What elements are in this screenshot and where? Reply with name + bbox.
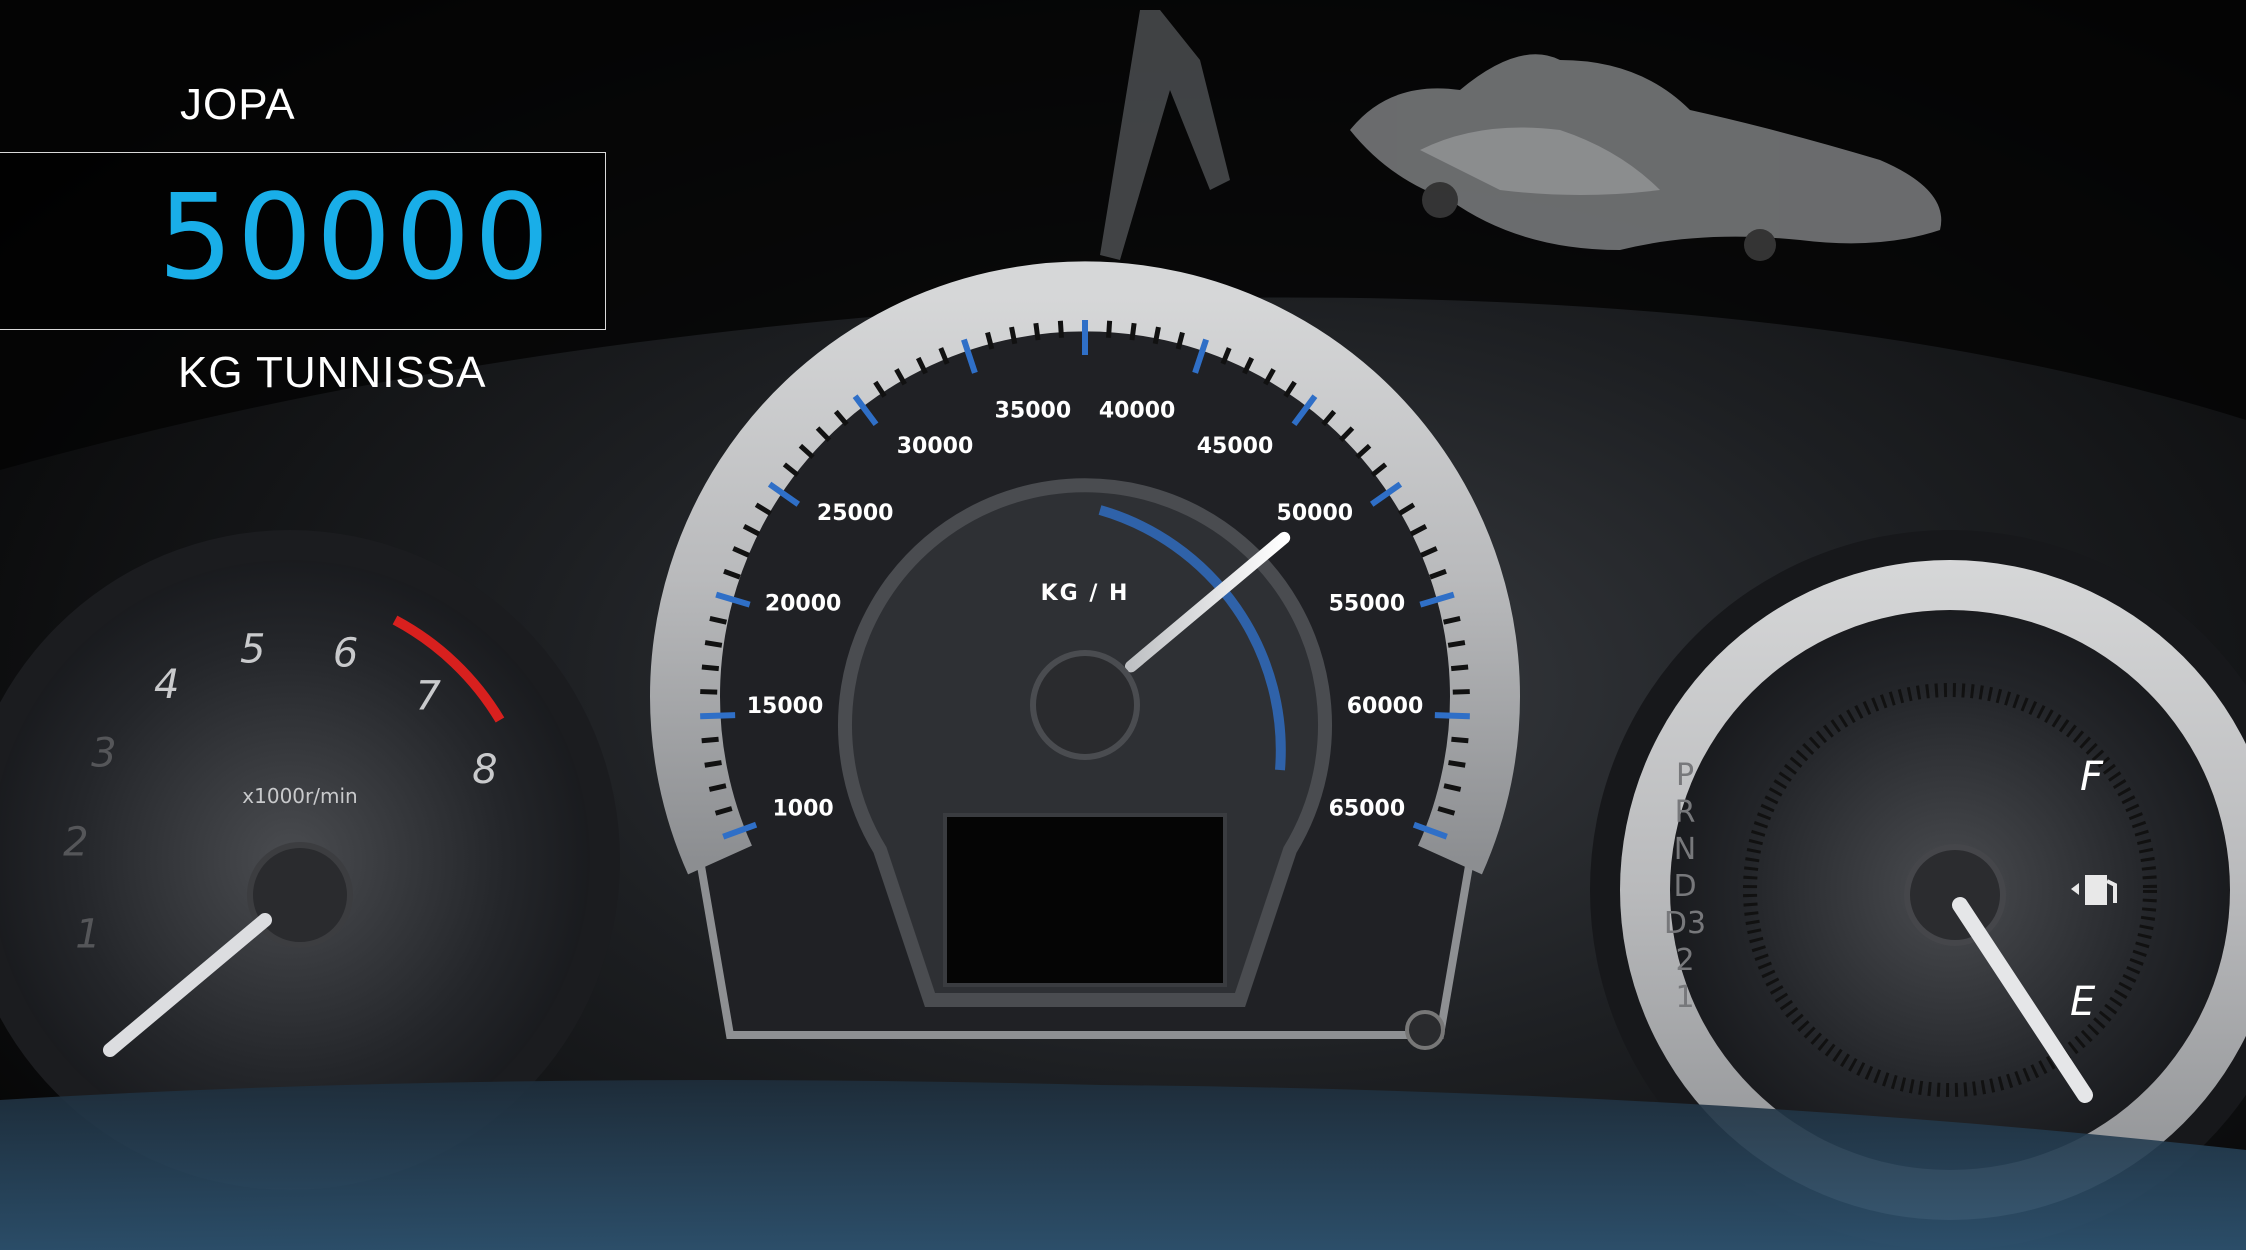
headline-top-label: JOPA	[180, 80, 296, 129]
speedo-tick	[701, 664, 720, 672]
speedo-tick	[704, 640, 723, 648]
speedo-tick	[1129, 322, 1137, 341]
speedo-tick	[1152, 326, 1161, 345]
speedo-tick-label: 25000	[817, 501, 894, 526]
speedo-tick	[1033, 322, 1041, 341]
speedo-tick	[704, 760, 722, 768]
speedo-tick-label: 20000	[765, 591, 842, 616]
speedo-tick	[1009, 326, 1018, 345]
speedo-tick-label: 30000	[897, 434, 974, 459]
fuel-empty-label: E	[2070, 979, 2096, 1025]
speedo-tick	[1106, 320, 1113, 338]
gear-label: D	[1673, 869, 1696, 904]
speedo-tick	[1450, 664, 1469, 672]
speedo-tick-label: 65000	[1329, 797, 1406, 822]
gear-label: P	[1676, 758, 1694, 793]
speedo-tick-label: 40000	[1099, 399, 1176, 424]
speedo-hub	[1030, 650, 1140, 760]
gear-label: D3	[1664, 906, 1706, 941]
speedo-tick	[1434, 712, 1470, 720]
speedo-tick-label: 15000	[747, 694, 824, 719]
gear-label: 2	[1675, 943, 1694, 978]
speedo-tick-label: 55000	[1329, 591, 1406, 616]
speedo-tick	[1447, 640, 1466, 648]
speedo-tick-label: 1000	[772, 797, 833, 822]
gear-label: 1	[1675, 980, 1694, 1015]
headline-value: 50000	[158, 168, 554, 306]
speedo-tick	[1057, 320, 1064, 338]
gear-label: R	[1675, 795, 1696, 830]
tach-tick-label: 6	[333, 630, 358, 676]
fuel-full-label: F	[2080, 754, 2104, 800]
gear-label: N	[1674, 832, 1696, 867]
trip-reset-knob[interactable]	[1405, 1010, 1445, 1050]
speedo-tick-label: 35000	[995, 399, 1072, 424]
tach-tick-label: 3	[91, 731, 116, 777]
headline-bottom-label: KG TUNNISSA	[178, 348, 487, 397]
tach-tick-label: 4	[154, 662, 179, 708]
tach-tick-label: 1	[75, 912, 100, 958]
speedo-display-screen	[943, 813, 1227, 987]
speedo-tick	[1448, 760, 1466, 768]
speedo-tick	[1451, 736, 1469, 744]
tach-tick-label: 2	[63, 819, 88, 865]
speedo-tick	[1452, 689, 1470, 695]
tach-tick-label: 8	[472, 747, 497, 793]
speedo-tick	[701, 736, 719, 744]
speedo-tick-label: 50000	[1277, 501, 1354, 526]
speedometer: 1000 15000 20000 25000 30000 35000 40000 45000 5…	[650, 261, 1520, 1039]
speedo-tick-label: 60000	[1347, 694, 1424, 719]
tach-unit-label: x1000r/min	[242, 784, 357, 808]
speedo-tick	[700, 712, 736, 720]
speedo-tick	[700, 689, 718, 695]
speedo-unit-label: KG / H	[1041, 581, 1130, 606]
tach-tick-label: 7	[415, 673, 441, 719]
speedo-tick-label: 45000	[1197, 434, 1274, 459]
tach-tick-label: 5	[240, 626, 265, 672]
